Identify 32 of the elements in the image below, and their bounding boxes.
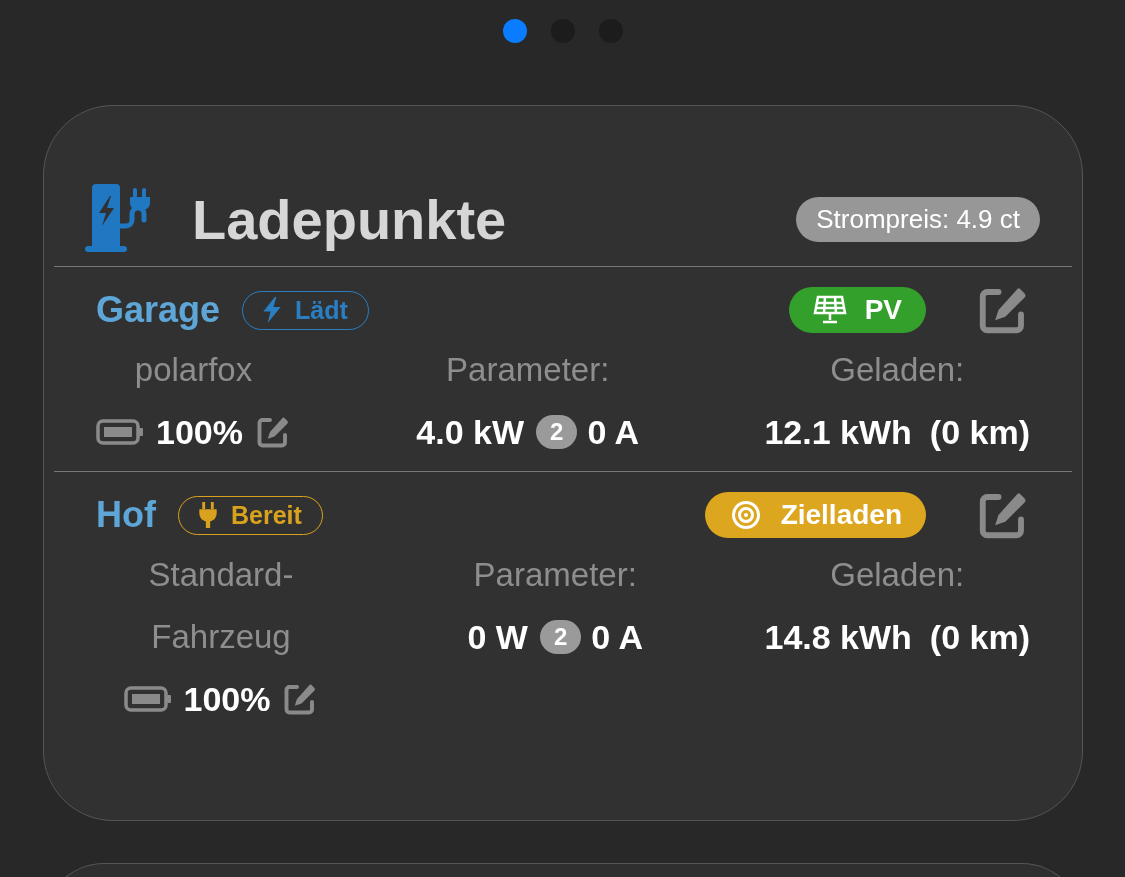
energy-value: 14.8 kWh — [764, 617, 912, 658]
current-value: 0 A — [591, 617, 643, 658]
charge-point-name: Garage — [96, 289, 221, 331]
current-value: 0 A — [587, 412, 640, 453]
page-dot[interactable] — [502, 19, 527, 43]
phases-badge: 2 — [536, 415, 578, 449]
parameter-label: Parameter: — [446, 350, 610, 390]
solar-panel-icon — [812, 295, 847, 325]
battery-icon — [123, 685, 172, 713]
vehicle-name: Standard-Fahrzeug — [147, 555, 295, 657]
plug-icon — [197, 502, 219, 528]
charging-station-icon — [84, 184, 152, 254]
charged-label: Geladen: — [830, 350, 965, 390]
phases-badge: 2 — [539, 620, 582, 654]
mode-button[interactable]: Zielladen — [704, 492, 926, 538]
price-badge: Strompreis: 4.9 ct — [796, 196, 1040, 242]
mode-button[interactable]: PV — [788, 287, 926, 333]
soc-value: 100% — [183, 679, 271, 720]
battery-icon — [96, 418, 144, 446]
energy-value: 12.1 kWh — [764, 412, 912, 453]
charged-label: Geladen: — [830, 555, 965, 595]
card-title: Ladepunkte — [192, 186, 508, 252]
charge-point-name: Hof — [96, 494, 156, 536]
power-value: 0 W — [467, 617, 528, 658]
status-label: Lädt — [295, 295, 348, 325]
soc-value: 100% — [156, 412, 243, 453]
power-value: 4.0 kW — [416, 412, 525, 453]
range-value: (0 km) — [929, 617, 1030, 658]
vehicle-name: polarfox — [134, 350, 253, 390]
range-value: (0 km) — [929, 412, 1030, 453]
status-label: Bereit — [231, 500, 302, 530]
parameter-label: Parameter: — [473, 555, 637, 595]
